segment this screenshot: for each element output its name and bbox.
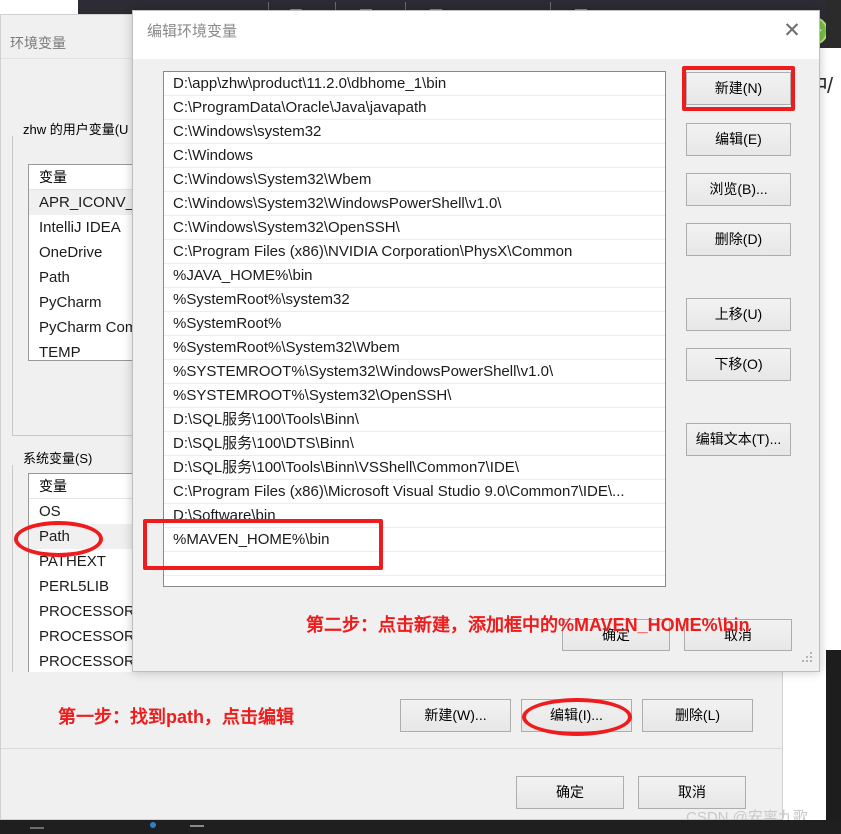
annotation-box-maven-entry xyxy=(143,519,383,570)
taskbar xyxy=(0,820,841,834)
list-item[interactable]: D:\app\zhw\product\11.2.0\dbhome_1\bin xyxy=(164,72,665,96)
system-variables-group-label: 系统变量(S) xyxy=(20,448,96,467)
list-item[interactable]: %SYSTEMROOT%\System32\OpenSSH\ xyxy=(164,384,665,408)
user-variables-group-label: zhw 的用户变量(U xyxy=(20,119,132,138)
list-item[interactable]: C:\Windows\System32\OpenSSH\ xyxy=(164,216,665,240)
list-item[interactable]: C:\Windows xyxy=(164,144,665,168)
list-item[interactable]: C:\Windows\system32 xyxy=(164,120,665,144)
list-item[interactable]: C:\Program Files (x86)\NVIDIA Corporatio… xyxy=(164,240,665,264)
dialog-title: 编辑环境变量 xyxy=(147,23,238,40)
list-item[interactable]: D:\SQL服务\100\Tools\Binn\VSShell\Common7\… xyxy=(164,456,665,480)
taskbar-item xyxy=(30,827,44,829)
list-item[interactable]: C:\Windows\System32\Wbem xyxy=(164,168,665,192)
annotation-ellipse-edit-button xyxy=(522,698,632,736)
list-item[interactable]: %SYSTEMROOT%\System32\WindowsPowerShell\… xyxy=(164,360,665,384)
list-item[interactable]: C:\Program Files (x86)\Microsoft Visual … xyxy=(164,480,665,504)
list-item[interactable]: %SystemRoot% xyxy=(164,312,665,336)
dialog-edit-text-button[interactable]: 编辑文本(T)... xyxy=(686,423,791,456)
environment-variables-window-title: 环境变量 xyxy=(10,35,66,51)
taskbar-item xyxy=(190,825,204,827)
dialog-move-up-button[interactable]: 上移(U) xyxy=(686,298,791,331)
background-right-edge-lower xyxy=(826,650,841,820)
dialog-move-down-button[interactable]: 下移(O) xyxy=(686,348,791,381)
dialog-delete-button[interactable]: 删除(D) xyxy=(686,223,791,256)
resize-grip-icon[interactable] xyxy=(800,650,814,664)
system-delete-button[interactable]: 删除(L) xyxy=(642,699,753,732)
annotation-step-two-text: 第二步：点击新建，添加框中的%MAVEN_HOME%\bin xyxy=(306,615,750,635)
system-new-button[interactable]: 新建(W)... xyxy=(400,699,511,732)
list-item[interactable]: %JAVA_HOME%\bin xyxy=(164,264,665,288)
environment-cancel-button[interactable]: 取消 xyxy=(638,776,746,809)
list-item[interactable]: C:\Windows\System32\WindowsPowerShell\v1… xyxy=(164,192,665,216)
annotation-step-one-text: 第一步：找到path，点击编辑 xyxy=(58,707,294,727)
environment-ok-button[interactable]: 确定 xyxy=(516,776,624,809)
annotation-box-new-button xyxy=(682,66,795,111)
list-item[interactable]: C:\ProgramData\Oracle\Java\javapath xyxy=(164,96,665,120)
path-entries-list[interactable]: D:\app\zhw\product\11.2.0\dbhome_1\bin C… xyxy=(163,71,666,587)
close-icon[interactable]: ✕ xyxy=(775,17,809,45)
taskbar-indicator xyxy=(150,822,156,828)
background-right-edge xyxy=(826,0,841,48)
list-item[interactable]: D:\SQL服务\100\Tools\Binn\ xyxy=(164,408,665,432)
list-item[interactable]: D:\SQL服务\100\DTS\Binn\ xyxy=(164,432,665,456)
dialog-edit-button[interactable]: 编辑(E) xyxy=(686,123,791,156)
annotation-ellipse-path-variable xyxy=(14,521,103,557)
list-item[interactable]: %SystemRoot%\System32\Wbem xyxy=(164,336,665,360)
list-item[interactable]: %SystemRoot%\system32 xyxy=(164,288,665,312)
dialog-browse-button[interactable]: 浏览(B)... xyxy=(686,173,791,206)
